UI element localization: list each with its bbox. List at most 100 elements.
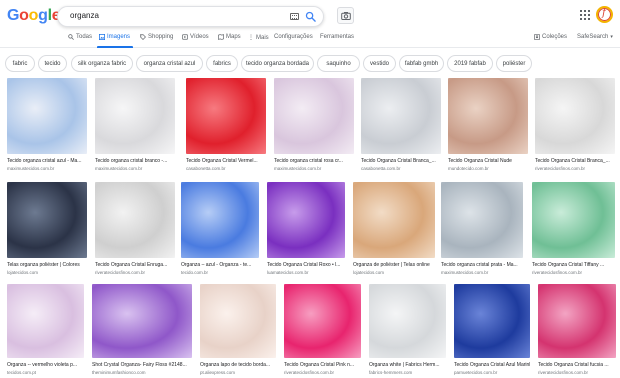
result-caption[interactable]: Tecido Organza Cristal Branca_... xyxy=(361,158,441,164)
account-avatar[interactable] xyxy=(596,6,613,23)
result-caption[interactable]: Tecido organza cristal azul - Ma... xyxy=(7,158,87,164)
result-caption[interactable]: Tecido organza cristal prata - Ma... xyxy=(441,262,523,268)
result-thumbnail[interactable] xyxy=(532,182,615,258)
result-thumbnail[interactable] xyxy=(441,182,523,258)
result-thumbnail[interactable] xyxy=(448,78,528,154)
image-result[interactable]: Organza white | Fabrics Herm... fabrics-h… xyxy=(369,284,446,378)
result-source[interactable]: tecido.com.br xyxy=(181,270,259,275)
image-result[interactable]: Organza lapo de tecido borda... pt.aliexp… xyxy=(200,284,276,378)
result-caption[interactable]: Tecido Organza Cristal fucsia ... xyxy=(538,362,616,368)
result-source[interactable]: riveratecidosfinos.com.br xyxy=(535,166,615,171)
result-caption[interactable]: Organza de poliéster | Telas online xyxy=(353,262,435,268)
related-search-chip[interactable]: tecido organza bordada xyxy=(241,55,314,72)
result-thumbnail[interactable] xyxy=(200,284,276,358)
result-thumbnail[interactable] xyxy=(7,78,87,154)
result-source[interactable]: mundotecido.com.br xyxy=(448,166,528,171)
result-source[interactable]: riveratecidosfinos.com.br xyxy=(95,270,175,275)
result-caption[interactable]: Tecido Organza Cristal Azul Marinho... xyxy=(454,362,530,368)
result-thumbnail[interactable] xyxy=(274,78,354,154)
result-caption[interactable]: Organza -- vermelho violeta p... xyxy=(7,362,84,368)
image-result[interactable]: Tecido Organza Cristal fucsia ... riverat… xyxy=(538,284,616,378)
related-search-chip[interactable]: fabfab gmbh xyxy=(399,55,444,72)
image-result[interactable]: Tecido organza cristal azul - Ma... maxim… xyxy=(7,78,87,176)
tab-maps[interactable]: Maps xyxy=(218,34,241,40)
result-caption[interactable]: Tecido organza cristal rosa cr... xyxy=(274,158,354,164)
result-source[interactable]: parnuetecidos.com.br xyxy=(454,370,530,375)
tab-shopping[interactable]: Shopping xyxy=(140,34,173,40)
result-source[interactable]: lojatecidos.com xyxy=(7,270,87,275)
image-result[interactable]: Tecido organza cristal branco -... maximu… xyxy=(95,78,175,176)
result-caption[interactable]: Tecido organza cristal branco -... xyxy=(95,158,175,164)
result-thumbnail[interactable] xyxy=(454,284,530,358)
related-search-chip[interactable]: poliéster xyxy=(496,55,532,72)
image-result[interactable]: Tecido Organza Cristal Enruga... riverate… xyxy=(95,182,175,280)
result-source[interactable]: maximustecidos.com.br xyxy=(274,166,354,171)
image-result[interactable]: Organza – azul - Organza - te... tecido.c… xyxy=(181,182,259,280)
result-thumbnail[interactable] xyxy=(7,182,87,258)
result-thumbnail[interactable] xyxy=(535,78,615,154)
result-thumbnail[interactable] xyxy=(95,182,175,258)
related-search-chip[interactable]: vestido xyxy=(363,55,396,72)
collections-button[interactable]: Coleções xyxy=(534,34,567,40)
result-thumbnail[interactable] xyxy=(186,78,266,154)
image-result[interactable]: Tecido Organza Cristal Tiffany ... rivera… xyxy=(532,182,615,280)
search-box[interactable]: organza xyxy=(57,6,324,27)
apps-grid-icon[interactable] xyxy=(580,10,590,20)
result-thumbnail[interactable] xyxy=(538,284,616,358)
result-caption[interactable]: Organza – azul - Organza - te... xyxy=(181,262,259,268)
related-search-chip[interactable]: 2019 fabfab xyxy=(447,55,493,72)
tab-mais[interactable]: ⋮ Mais xyxy=(248,34,269,42)
image-result[interactable]: Tecido organza cristal prata - Ma... maxi… xyxy=(441,182,523,280)
image-result[interactable]: Organza -- vermelho violeta p... tecidos.… xyxy=(7,284,84,378)
result-caption[interactable]: Tecido Organza Cristal Vermel... xyxy=(186,158,266,164)
image-result[interactable]: Tecido Organza Cristal Pink n... riverate… xyxy=(284,284,361,378)
result-source[interactable]: maximustecidos.com.br xyxy=(95,166,175,171)
result-caption[interactable]: Organza white | Fabrics Herm... xyxy=(369,362,446,368)
image-result[interactable]: Tecido Organza Cristal Nude mundotecido.c… xyxy=(448,78,528,176)
result-source[interactable]: fabrics-hemmers.com xyxy=(369,370,446,375)
image-result[interactable]: Telas organza poliéster | Colores lojatec… xyxy=(7,182,87,280)
image-result[interactable]: Tecido Organza Cristal Vermel... casabone… xyxy=(186,78,266,176)
result-thumbnail[interactable] xyxy=(353,182,435,258)
result-thumbnail[interactable] xyxy=(7,284,84,358)
result-thumbnail[interactable] xyxy=(369,284,446,358)
result-caption[interactable]: Tecido Organza Cristal Nude xyxy=(448,158,528,164)
image-result[interactable]: Tecido Organza Cristal Azul Marinho... pa… xyxy=(454,284,530,378)
result-thumbnail[interactable] xyxy=(284,284,361,358)
result-source[interactable]: casabonetta.com.br xyxy=(186,166,266,171)
result-thumbnail[interactable] xyxy=(361,78,441,154)
result-thumbnail[interactable] xyxy=(181,182,259,258)
safesearch-button[interactable]: SafeSearch ▾ xyxy=(577,34,613,40)
result-caption[interactable]: Tecido Organza Cristal Branca_... xyxy=(535,158,615,164)
tab-todas[interactable]: Todas xyxy=(68,34,92,40)
result-caption[interactable]: Tecido Organza Cristal Pink n... xyxy=(284,362,361,368)
image-result[interactable]: Tecido organza cristal rosa cr... maximus… xyxy=(274,78,354,176)
image-result[interactable]: Shot Crystal Organza- Fairy Floss #2148.… xyxy=(92,284,192,378)
result-source[interactable]: theminimumfashionco.com xyxy=(92,370,192,375)
result-source[interactable]: riveratecidosfinos.com.br xyxy=(538,370,616,375)
image-result[interactable]: Tecido Organza Cristal Branca_... casabon… xyxy=(361,78,441,176)
related-search-chip[interactable]: organza cristal azul xyxy=(136,55,203,72)
result-caption[interactable]: Tecido Organza Cristal Roxo • l... xyxy=(267,262,345,268)
related-search-chip[interactable]: tecido xyxy=(38,55,67,72)
search-icon[interactable] xyxy=(305,11,316,22)
search-input[interactable]: organza xyxy=(70,11,99,20)
result-caption[interactable]: Telas organza poliéster | Colores xyxy=(7,262,87,268)
result-source[interactable]: tecidos.com.pt xyxy=(7,370,84,375)
tab-configuracoes[interactable]: Configurações xyxy=(274,34,313,40)
result-source[interactable]: maximustecidos.com.br xyxy=(7,166,87,171)
related-search-chip[interactable]: fabric xyxy=(5,55,35,72)
related-search-chip[interactable]: saquinho xyxy=(317,55,360,72)
tab-imagens[interactable]: Imagens xyxy=(99,34,130,40)
tab-ferramentas[interactable]: Ferramentas xyxy=(320,34,354,40)
result-caption[interactable]: Tecido Organza Cristal Tiffany ... xyxy=(532,262,615,268)
tab-videos[interactable]: Vídeos xyxy=(182,34,209,40)
image-result[interactable]: Tecido Organza Cristal Roxo • l... luamat… xyxy=(267,182,345,280)
result-thumbnail[interactable] xyxy=(95,78,175,154)
result-source[interactable]: maximustecidos.com.br xyxy=(441,270,523,275)
related-search-chip[interactable]: fabrics xyxy=(206,55,238,72)
image-result[interactable]: Tecido Organza Cristal Branca_...riverat… xyxy=(535,78,615,176)
camera-search-button[interactable] xyxy=(337,7,354,24)
result-source[interactable]: riveratecidosfinos.com.br xyxy=(532,270,615,275)
result-caption[interactable]: Organza lapo de tecido borda... xyxy=(200,362,276,368)
